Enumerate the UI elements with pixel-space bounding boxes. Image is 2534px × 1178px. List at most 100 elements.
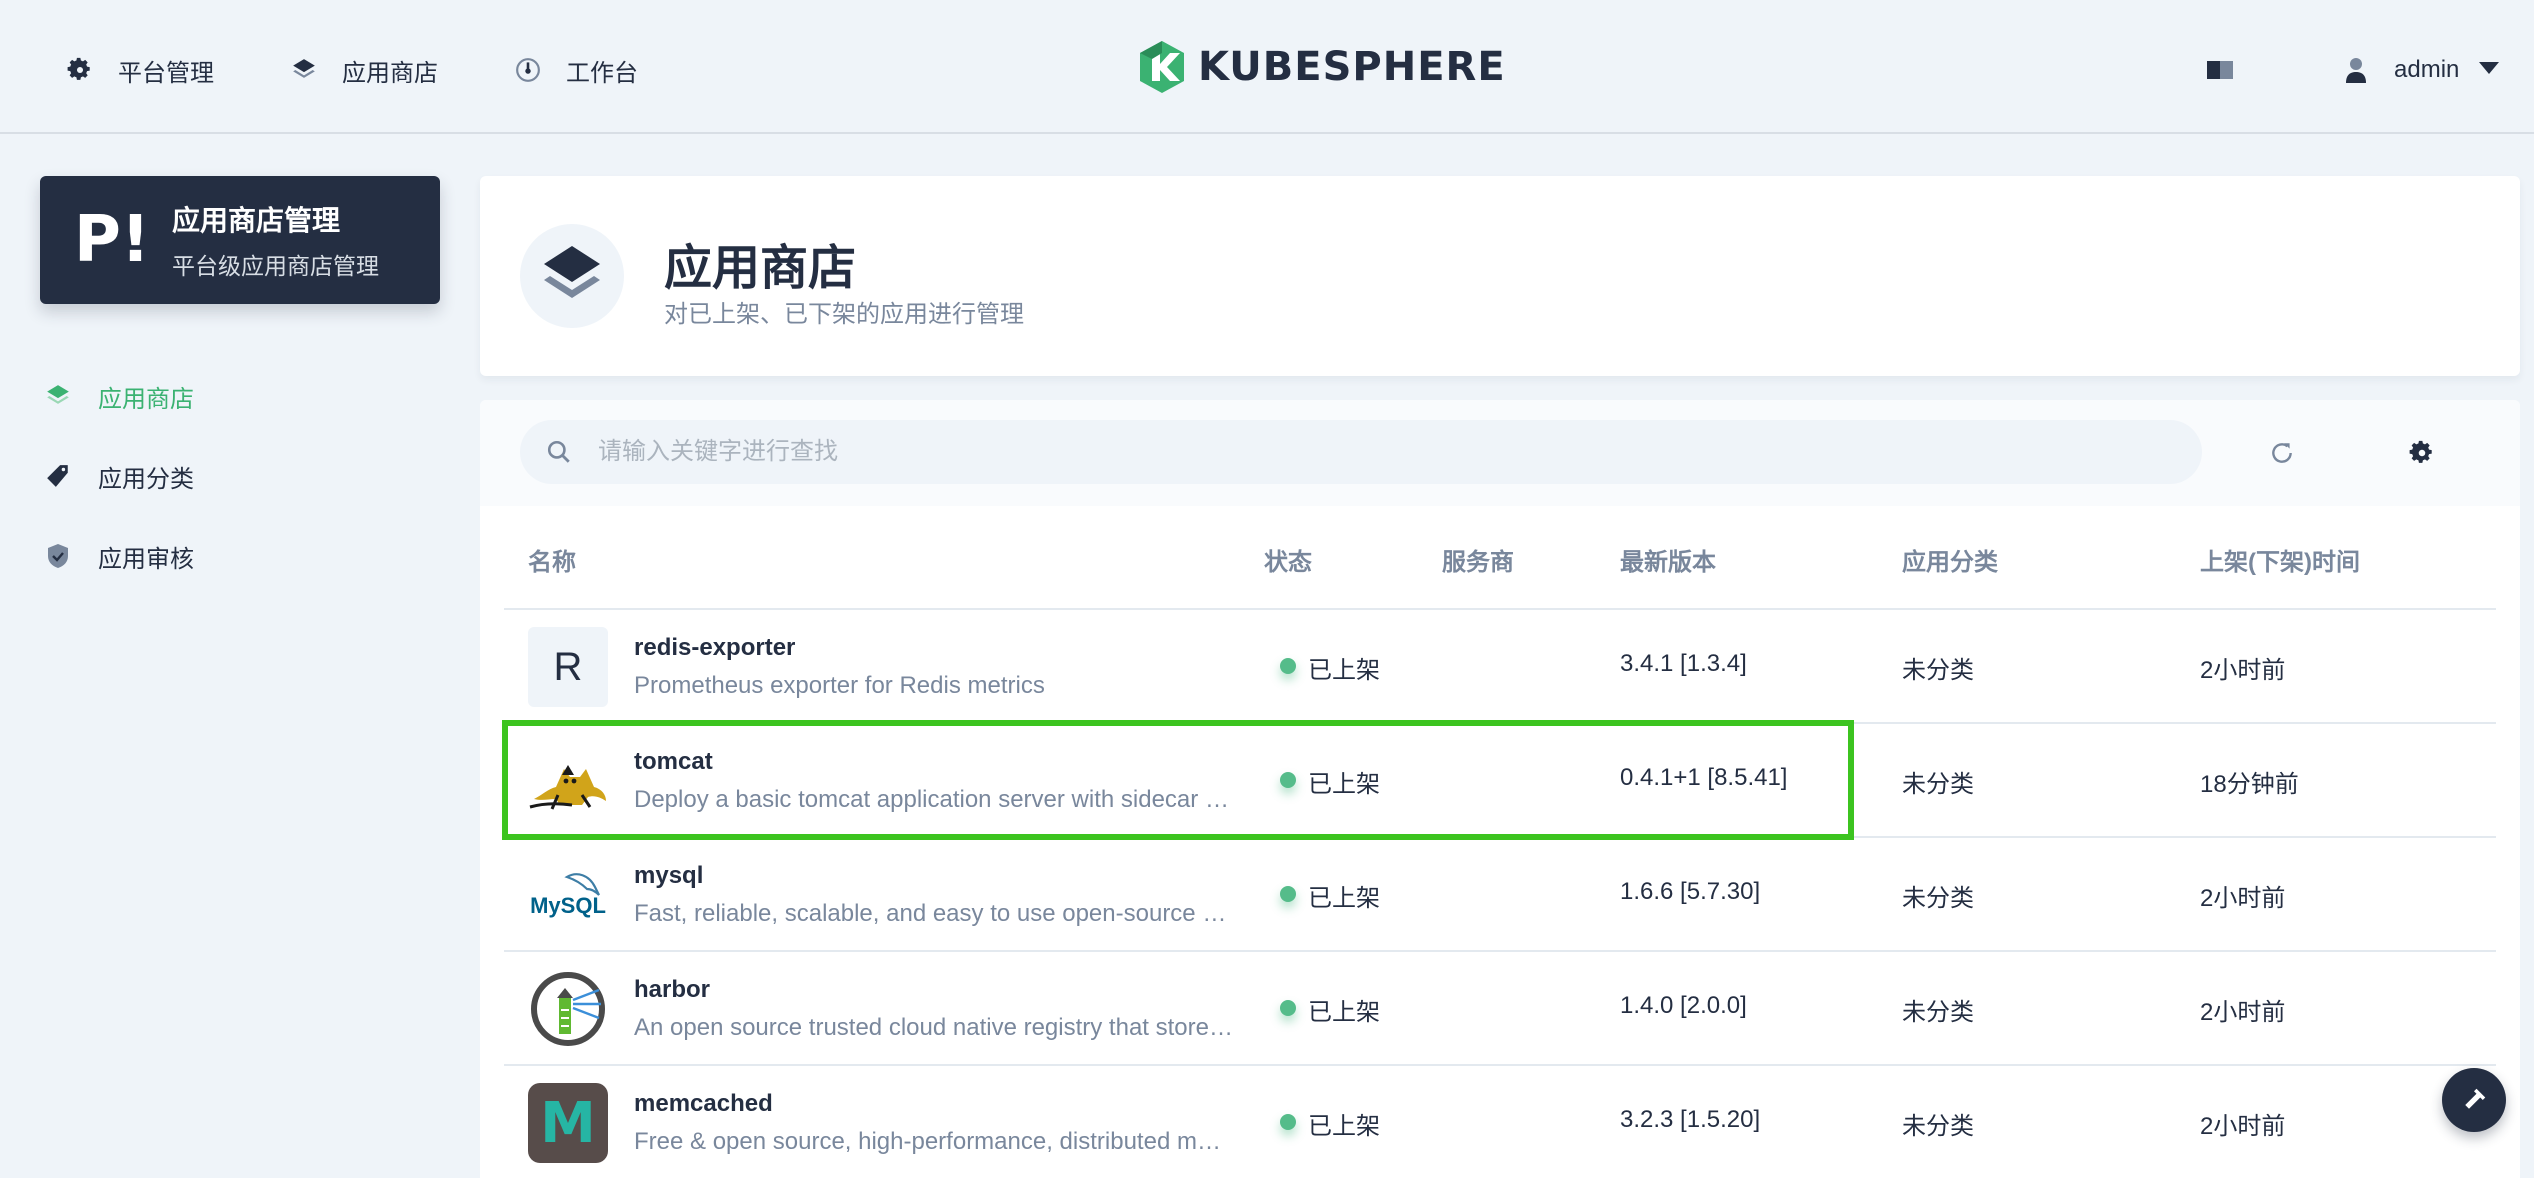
sidebar-item-app-review[interactable]: 应用审核	[40, 516, 440, 596]
toolbar	[480, 400, 2520, 506]
table-header: 名称 状态 服务商 最新版本 应用分类 上架(下架)时间	[504, 506, 2496, 610]
column-header-name[interactable]: 名称	[528, 542, 576, 577]
table-row[interactable]: R redis-exporter Prometheus exporter for…	[504, 610, 2496, 724]
app-version: 0.4.1+1 [8.5.41]	[1620, 764, 1788, 791]
app-category: 未分类	[1902, 999, 1974, 1026]
sidebar-item-label: 应用分类	[98, 465, 194, 493]
column-header-publish-time[interactable]: 上架(下架)时间	[2200, 542, 2360, 577]
app-list-card: 名称 状态 服务商 最新版本 应用分类 上架(下架)时间 R redis-exp…	[480, 400, 2520, 1178]
app-status: 已上架	[1308, 771, 1380, 798]
sidebar-item-app-store[interactable]: 应用商店	[40, 356, 440, 436]
nav-label: 工作台	[566, 59, 638, 87]
app-table-body: R redis-exporter Prometheus exporter for…	[504, 610, 2496, 1178]
app-store-icon	[520, 224, 624, 328]
page-header: 应用商店 对已上架、已下架的应用进行管理	[480, 176, 2520, 376]
table-row[interactable]: MySQL mysql Fast, reliable, scalable, an…	[504, 838, 2496, 952]
column-header-latest-version[interactable]: 最新版本	[1620, 542, 1716, 577]
app-publish-time: 2小时前	[2200, 999, 2286, 1026]
nav-app-store[interactable]: 应用商店	[288, 46, 438, 94]
app-version: 3.4.1 [1.3.4]	[1620, 650, 1747, 677]
logo-text: KUBESPHERE	[1198, 44, 1506, 90]
app-name[interactable]: memcached	[634, 1090, 773, 1118]
workspace-title: 应用商店管理	[172, 205, 341, 236]
status-dot	[1280, 1000, 1296, 1016]
shield-icon	[40, 538, 76, 574]
search-icon	[546, 438, 574, 466]
mysql-logo-text: MySQL	[530, 893, 606, 918]
status-dot	[1280, 886, 1296, 902]
kubesphere-logo-icon	[1140, 41, 1184, 93]
docs-icon[interactable]	[2206, 55, 2236, 85]
harbor-logo	[528, 969, 608, 1049]
status-dot	[1280, 658, 1296, 674]
app-status: 已上架	[1308, 657, 1380, 684]
gear-icon	[64, 54, 96, 86]
app-category: 未分类	[1902, 1113, 1974, 1140]
kubesphere-logo[interactable]: KUBESPHERE	[1136, 38, 1506, 96]
app-description: Deploy a basic tomcat application server…	[634, 786, 1234, 813]
app-description: Fast, reliable, scalable, and easy to us…	[634, 900, 1234, 927]
search-bar[interactable]	[520, 420, 2202, 484]
page-title: 应用商店	[664, 242, 857, 295]
app-category: 未分类	[1902, 885, 1974, 912]
app-version: 1.6.6 [5.7.30]	[1620, 878, 1761, 905]
app-category: 未分类	[1902, 657, 1974, 684]
workspace-badge: P!	[74, 203, 151, 277]
sidebar-item-label: 应用审核	[98, 545, 194, 573]
column-header-category[interactable]: 应用分类	[1902, 542, 1998, 577]
hammer-icon	[2465, 1088, 2486, 1109]
toolbox-button[interactable]	[2442, 1068, 2506, 1132]
app-status: 已上架	[1308, 999, 1380, 1026]
lighthouse-icon	[531, 972, 605, 1046]
status-dot	[1280, 1114, 1296, 1130]
app-description: Prometheus exporter for Redis metrics	[634, 672, 1045, 699]
app-publish-time: 2小时前	[2200, 1113, 2286, 1140]
chevron-down-icon	[2479, 61, 2500, 79]
workspace-subtitle: 平台级应用商店管理	[172, 253, 379, 279]
tomcat-logo	[528, 741, 608, 821]
app-version: 1.4.0 [2.0.0]	[1620, 992, 1747, 1019]
dashboard-icon	[512, 54, 544, 86]
app-category: 未分类	[1902, 771, 1974, 798]
app-name[interactable]: redis-exporter	[634, 634, 795, 662]
app-status: 已上架	[1308, 885, 1380, 912]
nav-label: 应用商店	[342, 59, 438, 87]
user-menu[interactable]: admin	[2346, 46, 2500, 94]
nav-workbench[interactable]: 工作台	[512, 46, 638, 94]
app-description: An open source trusted cloud native regi…	[634, 1014, 1234, 1041]
column-header-provider[interactable]: 服务商	[1442, 542, 1514, 577]
app-name[interactable]: mysql	[634, 862, 703, 890]
table-row[interactable]: M memcached Free & open source, high-per…	[504, 1066, 2496, 1178]
app-logo-letter: R	[553, 644, 583, 689]
app-publish-time: 2小时前	[2200, 657, 2286, 684]
user-name: admin	[2394, 56, 2460, 83]
table-row[interactable]: tomcat Deploy a basic tomcat application…	[504, 724, 2496, 838]
app-status: 已上架	[1308, 1113, 1380, 1140]
column-header-status[interactable]: 状态	[1264, 542, 1312, 577]
app-publish-time: 2小时前	[2200, 885, 2286, 912]
status-dot	[1280, 772, 1296, 788]
memcached-logo: M	[528, 1083, 608, 1163]
workspace-card: P! 应用商店管理 平台级应用商店管理	[40, 176, 440, 304]
app-logo: R	[528, 627, 608, 707]
app-description: Free & open source, high-performance, di…	[634, 1128, 1234, 1155]
sidebar-item-label: 应用商店	[98, 385, 194, 413]
layers-icon	[288, 54, 320, 86]
search-input[interactable]	[598, 438, 2098, 466]
app-name[interactable]: tomcat	[634, 748, 713, 776]
nav-platform-management[interactable]: 平台管理	[64, 46, 214, 94]
tag-icon	[40, 458, 76, 494]
top-navbar: 平台管理 应用商店 工作台 KUBESPHERE admin	[0, 0, 2534, 134]
refresh-button[interactable]	[2262, 433, 2302, 473]
nav-label: 平台管理	[118, 59, 214, 87]
page-description: 对已上架、已下架的应用进行管理	[664, 301, 1024, 328]
user-icon	[2346, 55, 2370, 85]
memcached-logo-letter: M	[540, 1090, 596, 1156]
mysql-logo: MySQL	[528, 855, 608, 935]
table-row[interactable]: harbor An open source trusted cloud nati…	[504, 952, 2496, 1066]
app-name[interactable]: harbor	[634, 976, 710, 1004]
app-publish-time: 18分钟前	[2200, 771, 2299, 798]
settings-button[interactable]	[2402, 433, 2442, 473]
sidebar-item-app-categories[interactable]: 应用分类	[40, 436, 440, 516]
layers-icon	[40, 378, 76, 414]
